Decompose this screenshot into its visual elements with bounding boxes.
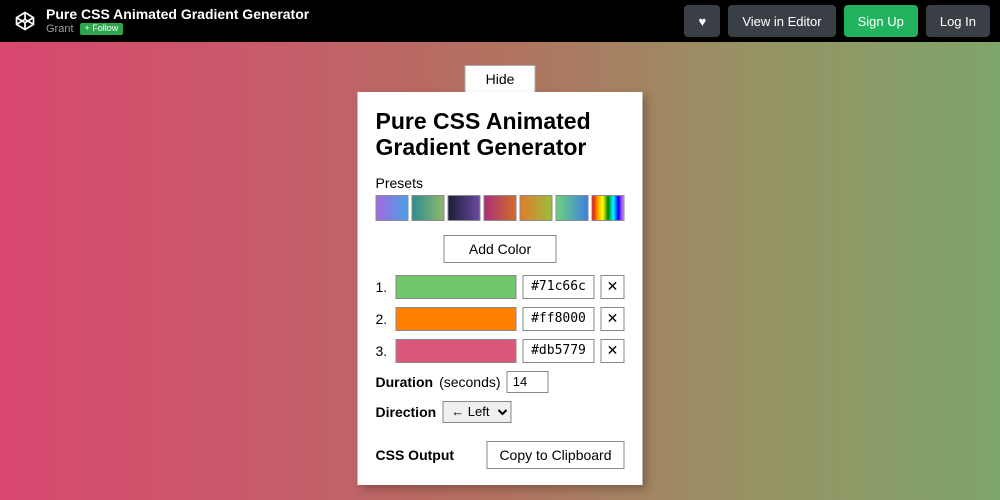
color-hex-input-2[interactable]	[523, 307, 595, 331]
color-index: 1.	[376, 279, 390, 295]
view-in-editor-button[interactable]: View in Editor	[728, 5, 835, 37]
follow-button[interactable]: + Follow	[80, 23, 124, 35]
delete-color-3[interactable]: ✕	[601, 339, 625, 363]
hide-panel-button[interactable]: Hide	[465, 65, 536, 92]
login-button[interactable]: Log In	[926, 5, 990, 37]
duration-row: Duration (seconds)	[376, 371, 625, 393]
css-output-label: CSS Output	[376, 447, 455, 463]
preset-swatch-6[interactable]	[556, 195, 589, 221]
color-row-1: 1. ✕	[376, 275, 625, 299]
duration-unit: (seconds)	[439, 374, 500, 390]
color-hex-input-3[interactable]	[523, 339, 595, 363]
add-color-button[interactable]: Add Color	[444, 235, 556, 263]
panel-heading: Pure CSS Animated Gradient Generator	[376, 108, 625, 161]
duration-label: Duration	[376, 374, 434, 390]
preset-swatch-2[interactable]	[412, 195, 445, 221]
delete-color-1[interactable]: ✕	[601, 275, 625, 299]
direction-row: Direction ← Left	[376, 401, 625, 423]
close-icon: ✕	[607, 342, 619, 359]
brand-block: Pure CSS Animated Gradient Generator Gra…	[14, 7, 309, 34]
signup-button[interactable]: Sign Up	[844, 5, 918, 37]
direction-label: Direction	[376, 404, 437, 420]
heart-icon: ♥	[698, 14, 706, 29]
author-name[interactable]: Grant	[46, 23, 74, 35]
codepen-logo-icon	[14, 10, 36, 32]
delete-color-2[interactable]: ✕	[601, 307, 625, 331]
preset-swatch-7[interactable]	[592, 195, 625, 221]
color-index: 2.	[376, 311, 390, 327]
color-hex-input-1[interactable]	[523, 275, 595, 299]
color-picker-1[interactable]	[396, 275, 517, 299]
direction-select[interactable]: ← Left	[442, 401, 511, 423]
duration-input[interactable]	[507, 371, 549, 393]
preset-swatch-3[interactable]	[448, 195, 481, 221]
preset-swatch-4[interactable]	[484, 195, 517, 221]
heart-button[interactable]: ♥	[684, 5, 720, 37]
close-icon: ✕	[607, 310, 619, 327]
preset-swatch-5[interactable]	[520, 195, 553, 221]
presets-label: Presets	[376, 175, 625, 191]
top-navbar: Pure CSS Animated Gradient Generator Gra…	[0, 0, 1000, 42]
preset-swatch-1[interactable]	[376, 195, 409, 221]
presets-row	[376, 195, 625, 221]
css-output-row: CSS Output Copy to Clipboard	[376, 441, 625, 469]
color-row-3: 3. ✕	[376, 339, 625, 363]
control-panel-wrapper: Hide Pure CSS Animated Gradient Generato…	[358, 65, 643, 485]
color-picker-2[interactable]	[396, 307, 517, 331]
color-picker-3[interactable]	[396, 339, 517, 363]
color-row-2: 2. ✕	[376, 307, 625, 331]
close-icon: ✕	[607, 278, 619, 295]
control-panel: Pure CSS Animated Gradient Generator Pre…	[358, 92, 643, 485]
color-index: 3.	[376, 343, 390, 359]
copy-to-clipboard-button[interactable]: Copy to Clipboard	[486, 441, 624, 469]
project-title: Pure CSS Animated Gradient Generator	[46, 7, 309, 22]
